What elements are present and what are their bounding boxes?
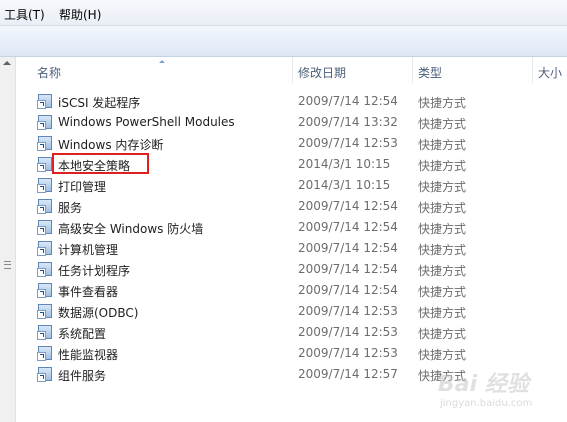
shortcut-icon (37, 324, 53, 340)
file-type: 快捷方式 (418, 222, 467, 236)
shortcut-icon (37, 261, 53, 277)
file-name: Windows PowerShell Modules (58, 115, 235, 129)
sort-ascending-icon (159, 60, 165, 63)
file-date: 2009/7/14 12:53 (298, 136, 398, 150)
file-date: 2009/7/14 12:54 (298, 94, 398, 108)
file-type: 快捷方式 (418, 117, 467, 131)
file-name: 系统配置 (58, 327, 107, 341)
file-date: 2009/7/14 13:32 (298, 115, 398, 129)
file-name: iSCSI 发起程序 (58, 96, 141, 110)
vertical-scrollbar[interactable] (0, 57, 16, 422)
shortcut-icon (37, 366, 53, 382)
menu-help[interactable]: 帮助(H) (59, 6, 101, 23)
file-date: 2009/7/14 12:53 (298, 346, 398, 360)
list-item[interactable]: 本地安全策略 2014/3/1 10:15 快捷方式 (16, 154, 567, 175)
watermark-text: Bai 经验 (438, 372, 529, 397)
file-list: iSCSI 发起程序 2009/7/14 12:54 快捷方式 Windows Po… (16, 91, 567, 385)
shortcut-icon (37, 240, 53, 256)
file-type: 快捷方式 (418, 180, 467, 194)
toolbar (0, 26, 567, 57)
list-item[interactable]: 任务计划程序 2009/7/14 12:54 快捷方式 (16, 259, 567, 280)
column-divider[interactable] (412, 57, 413, 83)
file-name: 高级安全 Windows 防火墙 (58, 222, 204, 236)
shortcut-icon (37, 135, 53, 151)
watermark-url: jingyan.baidu.com (440, 398, 533, 409)
menu-bar: 工具(T) 帮助(H) (0, 0, 567, 26)
file-name: 数据源(ODBC) (58, 306, 139, 320)
list-item[interactable]: Windows 内存诊断 2009/7/14 12:53 快捷方式 (16, 133, 567, 154)
shortcut-icon (37, 114, 53, 130)
column-divider[interactable] (292, 57, 293, 83)
scroll-grip-icon[interactable] (4, 261, 11, 269)
shortcut-icon (37, 282, 53, 298)
file-date: 2009/7/14 12:54 (298, 262, 398, 276)
file-type: 快捷方式 (418, 306, 467, 320)
file-name: 计算机管理 (58, 243, 119, 257)
shortcut-icon (37, 93, 53, 109)
file-date: 2014/3/1 10:15 (298, 157, 391, 171)
file-type: 快捷方式 (418, 285, 467, 299)
list-item[interactable]: 高级安全 Windows 防火墙 2009/7/14 12:54 快捷方式 (16, 217, 567, 238)
file-date: 2009/7/14 12:54 (298, 199, 398, 213)
list-item[interactable]: iSCSI 发起程序 2009/7/14 12:54 快捷方式 (16, 91, 567, 112)
list-item[interactable]: 事件查看器 2009/7/14 12:54 快捷方式 (16, 280, 567, 301)
shortcut-icon (37, 156, 53, 172)
file-date: 2009/7/14 12:57 (298, 367, 398, 381)
file-date: 2009/7/14 12:54 (298, 241, 398, 255)
file-name: Windows 内存诊断 (58, 138, 164, 152)
file-type: 快捷方式 (418, 348, 467, 362)
list-item[interactable]: 计算机管理 2009/7/14 12:54 快捷方式 (16, 238, 567, 259)
file-type: 快捷方式 (418, 327, 467, 341)
list-item[interactable]: 打印管理 2014/3/1 10:15 快捷方式 (16, 175, 567, 196)
file-date: 2009/7/14 12:54 (298, 283, 398, 297)
shortcut-icon (37, 219, 53, 235)
file-date: 2009/7/14 12:54 (298, 220, 398, 234)
file-type: 快捷方式 (418, 96, 467, 110)
column-divider[interactable] (532, 57, 533, 83)
file-type: 快捷方式 (418, 159, 467, 173)
list-item[interactable]: 性能监视器 2009/7/14 12:53 快捷方式 (16, 343, 567, 364)
list-item[interactable]: 数据源(ODBC) 2009/7/14 12:53 快捷方式 (16, 301, 567, 322)
list-item[interactable]: Windows PowerShell Modules 2009/7/14 13:3… (16, 112, 567, 133)
column-modified[interactable]: 修改日期 (298, 64, 346, 81)
file-date: 2009/7/14 12:53 (298, 325, 398, 339)
file-name: 服务 (58, 201, 83, 215)
file-name: 事件查看器 (58, 285, 119, 299)
list-item[interactable]: 系统配置 2009/7/14 12:53 快捷方式 (16, 322, 567, 343)
file-date: 2009/7/14 12:53 (298, 304, 398, 318)
file-name: 打印管理 (58, 180, 107, 194)
file-type: 快捷方式 (418, 138, 467, 152)
shortcut-icon (37, 303, 53, 319)
column-size[interactable]: 大小 (538, 64, 562, 81)
list-item[interactable]: 服务 2009/7/14 12:54 快捷方式 (16, 196, 567, 217)
file-name: 任务计划程序 (58, 264, 131, 278)
file-name: 性能监视器 (58, 348, 119, 362)
scroll-up-arrow-icon[interactable] (3, 61, 11, 65)
file-type: 快捷方式 (418, 201, 467, 215)
watermark: Bai 经验 jingyan.baidu.com (430, 366, 560, 416)
file-date: 2014/3/1 10:15 (298, 178, 391, 192)
column-type[interactable]: 类型 (418, 64, 442, 81)
menu-tools[interactable]: 工具(T) (4, 6, 45, 23)
shortcut-icon (37, 345, 53, 361)
file-type: 快捷方式 (418, 264, 467, 278)
shortcut-icon (37, 198, 53, 214)
file-name: 组件服务 (58, 369, 107, 383)
column-header: 名称 修改日期 类型 大小 (16, 57, 567, 83)
file-name: 本地安全策略 (58, 159, 131, 173)
shortcut-icon (37, 177, 53, 193)
file-type: 快捷方式 (418, 243, 467, 257)
column-name[interactable]: 名称 (37, 64, 61, 81)
